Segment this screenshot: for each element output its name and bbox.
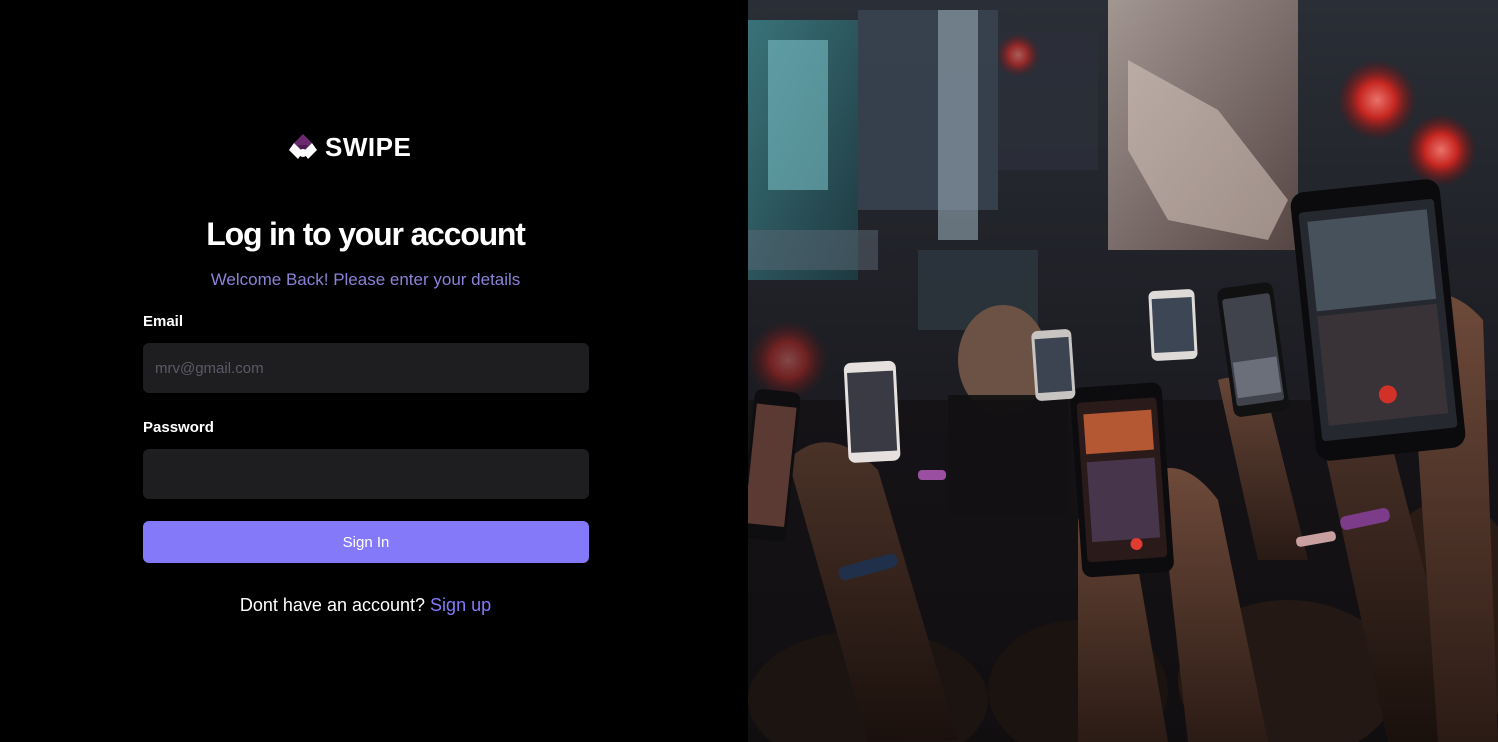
brand-logo[interactable]: SWIPE [287,131,411,163]
password-field[interactable] [143,449,589,499]
hero-image [748,0,1498,742]
swipe-logo-icon [287,131,319,163]
signup-prompt: Dont have an account? [239,595,426,615]
page-subtitle: Welcome Back! Please enter your details [210,270,521,289]
sign-up-link[interactable]: Sign up [430,595,491,615]
signup-row: Dont have an account? Sign up [0,595,731,616]
sign-in-button[interactable]: Sign In [143,521,589,563]
page-title: Log in to your account [206,216,526,252]
password-label: Password [143,419,214,436]
concert-crowd-phones-photo [748,0,1498,742]
brand-name: SWIPE [325,131,412,162]
email-field[interactable] [143,343,589,393]
email-label: Email [143,313,184,330]
login-panel: SWIPE Log in to your account Welcome Bac… [0,0,748,742]
